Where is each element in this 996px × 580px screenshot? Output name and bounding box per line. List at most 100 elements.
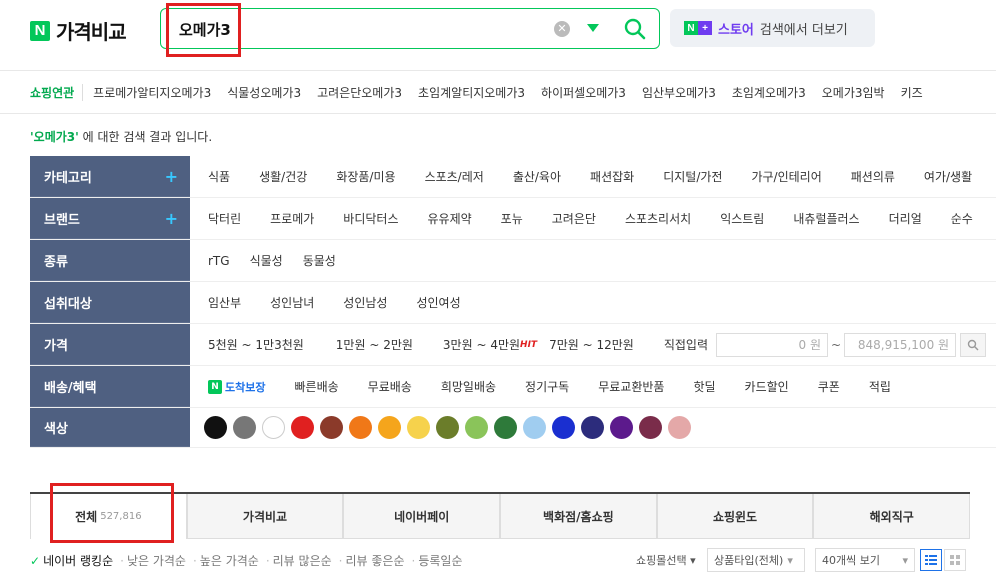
logo[interactable]: N 가격비교 [30, 16, 127, 45]
sort-option[interactable]: · 높은 가격순 [193, 552, 259, 569]
price-range-option[interactable]: 7만원 ~ 12만원 [549, 336, 634, 353]
search-icon[interactable] [623, 17, 647, 41]
filter-label-category[interactable]: 카테고리 + [30, 156, 190, 197]
arrival-guarantee-option[interactable]: N 도착보장 [208, 379, 265, 395]
sort-option[interactable]: · 리뷰 좋은순 [339, 552, 405, 569]
type-option[interactable]: rTG [208, 254, 230, 268]
brand-option[interactable]: 닥터린 [208, 210, 241, 227]
list-view-icon [925, 555, 937, 565]
brand-option[interactable]: 익스트림 [720, 210, 764, 227]
brand-option[interactable]: 고려은단 [552, 210, 596, 227]
color-swatch[interactable] [262, 416, 285, 439]
brand-option[interactable]: 더리얼 [889, 210, 922, 227]
brand-option[interactable]: 포뉴 [501, 210, 523, 227]
filter-row-price: 가격 5천원 ~ 1만3천원 1만원 ~ 2만원 3만원 ~ 4만원 HIT 7… [30, 324, 996, 366]
brand-option[interactable]: 유유제약 [428, 210, 472, 227]
brand-option[interactable]: 프로메가 [270, 210, 314, 227]
product-type-select[interactable]: 상품타입(전체) ▾ [707, 548, 805, 572]
brand-option[interactable]: 순수 [951, 210, 973, 227]
category-option[interactable]: 식품 [208, 168, 230, 185]
delivery-option[interactable]: 희망일배송 [441, 378, 496, 395]
category-option[interactable]: 패션잡화 [590, 168, 634, 185]
related-item[interactable]: 초임계알티지오메가3 [418, 84, 525, 101]
color-swatch[interactable] [552, 416, 575, 439]
price-max-input[interactable]: 848,915,100 원 [844, 332, 957, 357]
tab-dept-homeshopping[interactable]: 백화점/홈쇼핑 [500, 494, 657, 539]
caret-down-icon[interactable] [587, 24, 599, 32]
sort-naver-ranking[interactable]: ✓ 네이버 랭킹순 [30, 552, 113, 569]
color-swatch[interactable] [639, 416, 662, 439]
clear-icon[interactable]: ✕ [554, 21, 570, 37]
store-search-button[interactable]: N + 스토어 검색에서 더보기 [670, 9, 875, 47]
target-option[interactable]: 성인남성 [343, 294, 387, 311]
related-item[interactable]: 임산부오메가3 [642, 84, 716, 101]
color-swatch[interactable] [668, 416, 691, 439]
related-item[interactable]: 초임계오메가3 [732, 84, 806, 101]
category-option[interactable]: 화장품/미용 [336, 168, 395, 185]
sort-option[interactable]: · 리뷰 많은순 [266, 552, 332, 569]
color-swatch[interactable] [204, 416, 227, 439]
delivery-option[interactable]: 무료교환반품 [598, 378, 664, 395]
brand-option[interactable]: 스포츠리서치 [625, 210, 691, 227]
color-swatch[interactable] [233, 416, 256, 439]
tab-all[interactable]: 전체 527,816 [30, 494, 187, 539]
filter-row-brand: 브랜드 + 닥터린 프로메가 바디닥터스 유유제약 포뉴 고려은단 스포츠리서치 … [30, 198, 996, 240]
related-item[interactable]: 고려은단오메가3 [317, 84, 402, 101]
related-item[interactable]: 오메가3임박 [822, 84, 885, 101]
color-swatch[interactable] [523, 416, 546, 439]
related-item[interactable]: 키즈 [901, 84, 923, 101]
target-option[interactable]: 성인여성 [416, 294, 460, 311]
color-swatch[interactable] [581, 416, 604, 439]
type-option[interactable]: 동물성 [303, 252, 336, 269]
category-option[interactable]: 출산/육아 [513, 168, 561, 185]
category-option[interactable]: 디지털/가전 [663, 168, 722, 185]
grid-view-icon [950, 555, 960, 565]
color-swatch[interactable] [407, 416, 430, 439]
category-option[interactable]: 패션의류 [851, 168, 895, 185]
price-min-input[interactable]: 0 원 [716, 332, 828, 357]
mall-select[interactable]: 쇼핑몰선택 ▾ [636, 552, 696, 568]
per-page-select[interactable]: 40개씩 보기 ▾ [815, 548, 915, 572]
tab-overseas[interactable]: 해외직구 [813, 494, 971, 539]
type-option[interactable]: 식물성 [250, 252, 283, 269]
filter-label-brand[interactable]: 브랜드 + [30, 198, 190, 239]
color-swatch[interactable] [494, 416, 517, 439]
price-search-button[interactable] [960, 332, 987, 357]
target-option[interactable]: 성인남녀 [270, 294, 314, 311]
delivery-option[interactable]: 빠른배송 [294, 378, 338, 395]
price-range-option[interactable]: 1만원 ~ 2만원 [336, 336, 413, 353]
color-swatch[interactable] [291, 416, 314, 439]
related-item[interactable]: 프로메가알티지오메가3 [93, 84, 211, 101]
category-option[interactable]: 가구/인테리어 [751, 168, 821, 185]
delivery-option[interactable]: 쿠폰 [818, 378, 840, 395]
brand-option[interactable]: 바디닥터스 [343, 210, 398, 227]
tab-shopping-window[interactable]: 쇼핑윈도 [656, 494, 814, 539]
tab-price-compare[interactable]: 가격비교 [186, 494, 344, 539]
color-swatch[interactable] [378, 416, 401, 439]
search-input[interactable]: 오메가3 [179, 19, 231, 40]
delivery-option[interactable]: 핫딜 [693, 378, 715, 395]
delivery-option[interactable]: 카드할인 [745, 378, 789, 395]
category-option[interactable]: 스포츠/레저 [425, 168, 484, 185]
related-item[interactable]: 식물성오메가3 [227, 84, 301, 101]
brand-option[interactable]: 내츄럴플러스 [793, 210, 859, 227]
list-view-button[interactable] [920, 549, 942, 571]
category-option[interactable]: 생활/건강 [259, 168, 307, 185]
price-range-option[interactable]: 3만원 ~ 4만원 [443, 336, 520, 353]
grid-view-button[interactable] [944, 549, 966, 571]
sort-option[interactable]: · 등록일순 [412, 552, 463, 569]
delivery-option[interactable]: 정기구독 [525, 378, 569, 395]
target-option[interactable]: 임산부 [208, 294, 241, 311]
related-item[interactable]: 하이퍼셀오메가3 [541, 84, 626, 101]
price-range-option[interactable]: 5천원 ~ 1만3천원 [208, 336, 304, 353]
color-swatch[interactable] [610, 416, 633, 439]
delivery-option[interactable]: 적립 [869, 378, 891, 395]
color-swatch[interactable] [320, 416, 343, 439]
color-swatch[interactable] [436, 416, 459, 439]
category-option[interactable]: 여가/생활 [924, 168, 972, 185]
tab-naverpay[interactable]: 네이버페이 [343, 494, 501, 539]
color-swatch[interactable] [465, 416, 488, 439]
sort-option[interactable]: · 낮은 가격순 [120, 552, 186, 569]
color-swatch[interactable] [349, 416, 372, 439]
delivery-option[interactable]: 무료배송 [368, 378, 412, 395]
